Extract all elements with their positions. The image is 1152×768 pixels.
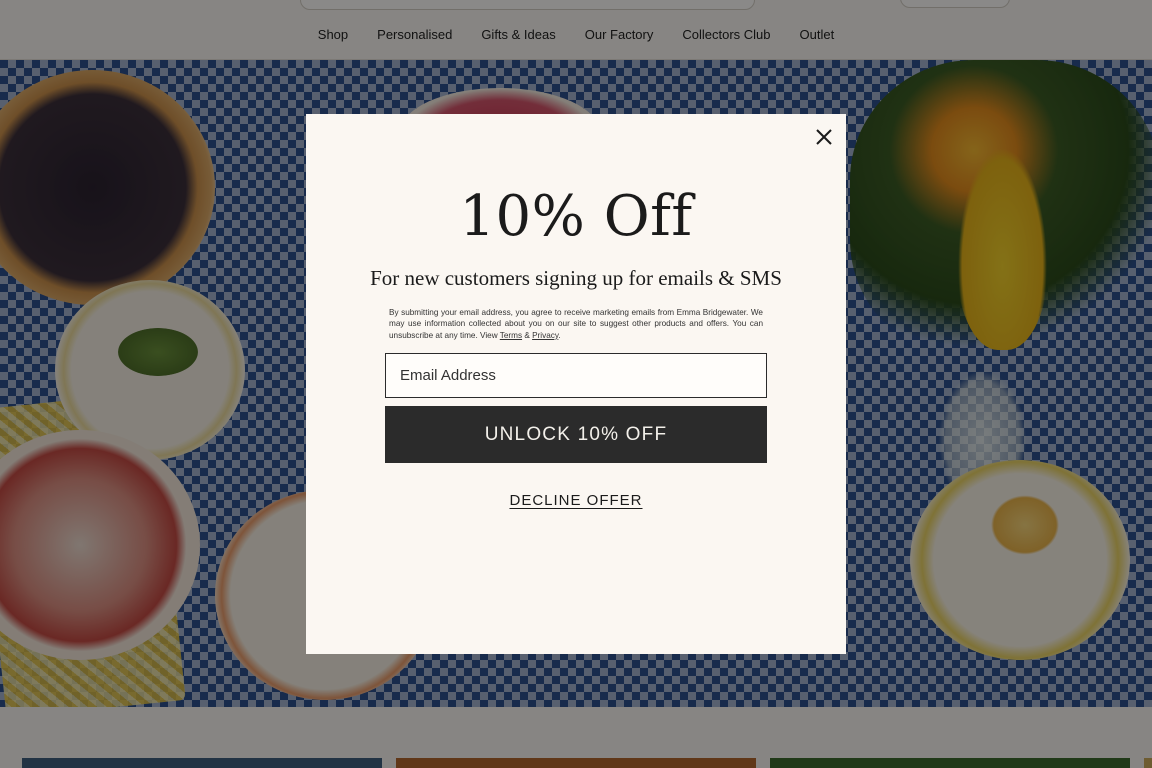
decline-offer-link[interactable]: DECLINE OFFER [306, 492, 846, 509]
consent-disclaimer: By submitting your email address, you ag… [389, 307, 763, 341]
disclaimer-period: . [558, 330, 561, 340]
terms-link[interactable]: Terms [500, 331, 522, 340]
offer-subheading: For new customers signing up for emails … [370, 266, 782, 290]
offer-headline: 10% Off [459, 184, 693, 249]
discount-signup-modal: 10% Off For new customers signing up for… [306, 114, 846, 654]
email-field[interactable] [385, 353, 767, 398]
close-icon [816, 129, 832, 145]
unlock-discount-button[interactable]: UNLOCK 10% OFF [385, 406, 767, 463]
privacy-link[interactable]: Privacy [532, 331, 558, 340]
disclaimer-ampersand: & [524, 330, 530, 340]
close-button[interactable] [811, 124, 837, 150]
disclaimer-text: By submitting your email address, you ag… [389, 308, 763, 340]
decline-offer-label[interactable]: DECLINE OFFER [509, 492, 642, 509]
